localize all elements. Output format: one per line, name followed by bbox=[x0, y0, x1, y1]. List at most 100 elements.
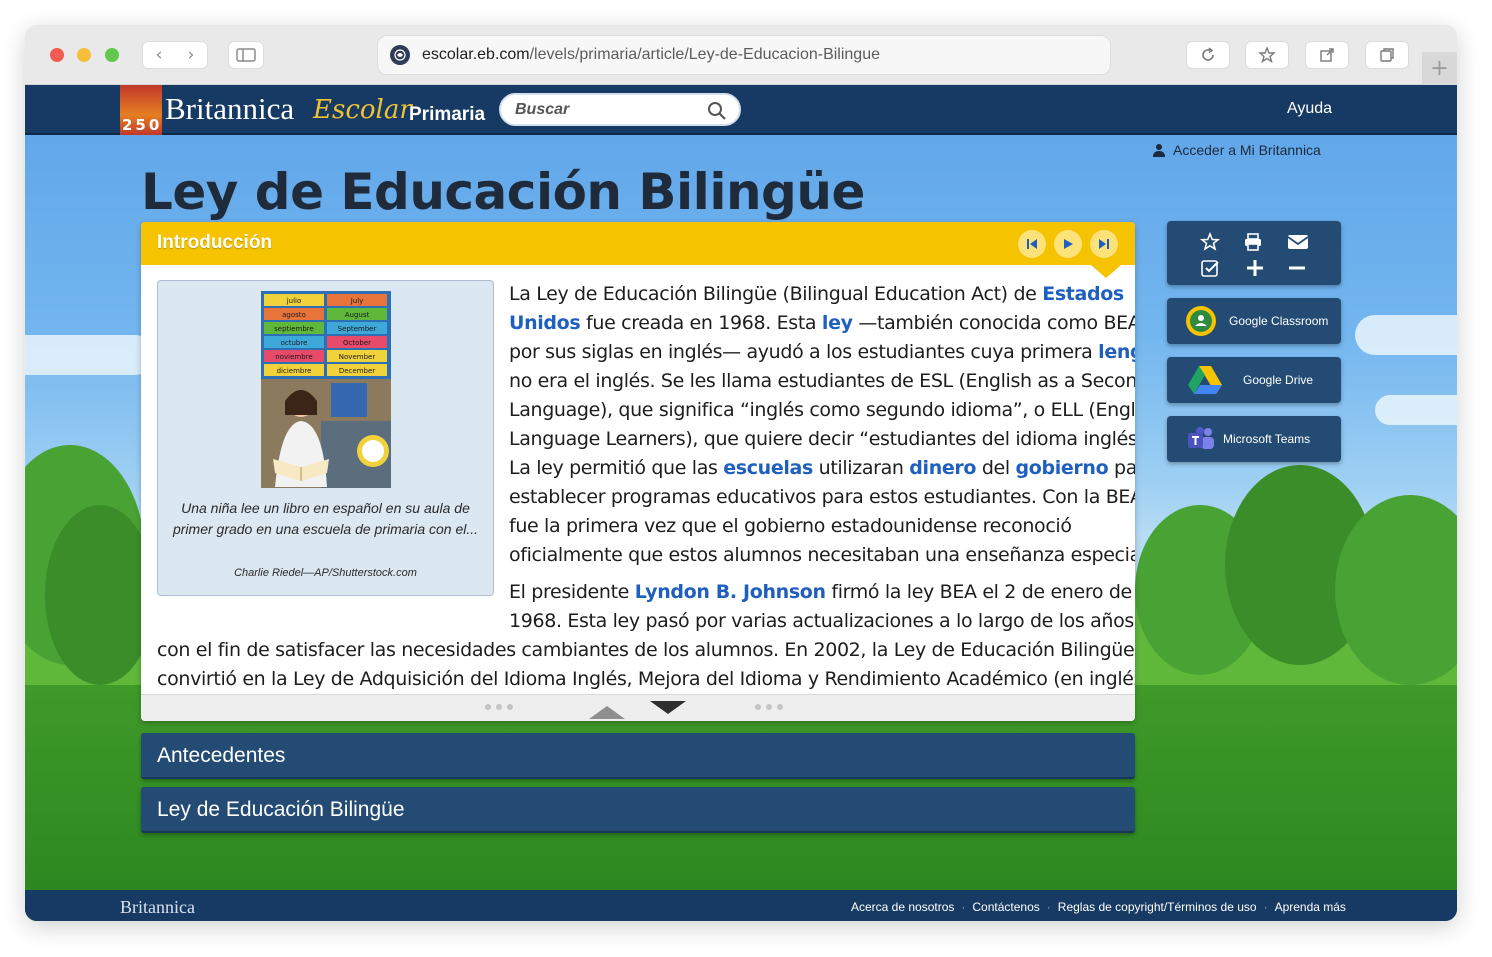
text-run: La ley permitió que las bbox=[509, 457, 724, 479]
text-run: —también conocida como BEA, bbox=[852, 312, 1135, 334]
help-link[interactable]: Ayuda bbox=[1287, 100, 1332, 118]
text-line: Language Learners), que quiere decir “es… bbox=[509, 428, 1135, 450]
footer-link-copyright[interactable]: Reglas de copyright/Términos de uso bbox=[1058, 900, 1257, 914]
cloud-decoration bbox=[1375, 395, 1457, 425]
microsoft-teams-button[interactable]: Microsoft Teams bbox=[1167, 416, 1341, 462]
text-line: por sus siglas en inglés— ayudó a los es… bbox=[509, 338, 1135, 367]
separator: · bbox=[1263, 900, 1268, 914]
bookmark-button[interactable] bbox=[1245, 41, 1289, 69]
text-line: no era el inglés. Se les llama estudiant… bbox=[509, 370, 1135, 392]
britannica-250-badge[interactable]: 250 bbox=[120, 85, 162, 135]
link-escuelas[interactable]: escuelas bbox=[723, 457, 813, 479]
address-bar[interactable]: escolar.eb.com/levels/primaria/article/L… bbox=[377, 35, 1111, 75]
close-window-button[interactable] bbox=[50, 48, 64, 62]
search-icon[interactable] bbox=[707, 101, 727, 121]
separator: · bbox=[961, 900, 966, 914]
section-header: Introducción bbox=[141, 222, 1135, 265]
figure-credit: Charlie Riedel—AP/Shutterstock.com bbox=[234, 567, 417, 579]
text-line: El presidente Lyndon B. Johnson firmó la… bbox=[509, 578, 1134, 607]
paragraph-1: La Ley de Educación Bilingüe (Bilingual … bbox=[509, 280, 1135, 570]
footer-link-about[interactable]: Acerca de nosotros bbox=[851, 900, 954, 914]
section-label: Ley de Educación Bilingüe bbox=[157, 798, 405, 821]
separator: · bbox=[1046, 900, 1051, 914]
footer-link-contact[interactable]: Contáctenos bbox=[972, 900, 1039, 914]
scroll-down-icon[interactable] bbox=[650, 701, 686, 715]
article-tools bbox=[1167, 221, 1341, 285]
google-drive-button[interactable]: Google Drive bbox=[1167, 357, 1341, 403]
link-ley[interactable]: ley bbox=[822, 312, 853, 334]
zoom-window-button[interactable] bbox=[105, 48, 119, 62]
calendar-month-label: October bbox=[343, 339, 371, 347]
text-run: firmó la ley BEA el 2 de enero de bbox=[825, 581, 1132, 603]
star-icon bbox=[1258, 46, 1276, 64]
tabs-overview-button[interactable] bbox=[1365, 41, 1409, 69]
tabs-icon bbox=[1380, 48, 1394, 62]
reload-button[interactable] bbox=[1186, 41, 1230, 69]
calendar-month-label: septiembre bbox=[274, 325, 314, 333]
text-run: utilizaran bbox=[812, 457, 910, 479]
url-host: escolar.eb.com bbox=[422, 46, 530, 63]
next-section-button[interactable] bbox=[1090, 230, 1118, 258]
calendar-month-label: diciembre bbox=[277, 367, 312, 375]
skip-back-icon bbox=[1027, 239, 1037, 249]
back-icon[interactable]: ‹ bbox=[143, 45, 175, 65]
login-link[interactable]: Acceder a Mi Britannica bbox=[1153, 142, 1321, 158]
figure-image[interactable]: julio July agosto August septiembre September… bbox=[261, 291, 391, 488]
save-favorite-button[interactable] bbox=[1197, 231, 1223, 253]
print-button[interactable] bbox=[1240, 231, 1266, 253]
site-favicon-icon bbox=[390, 45, 410, 65]
text-line: Unidos fue creada en 1968. Esta ley —tam… bbox=[509, 309, 1135, 338]
login-label: Acceder a Mi Britannica bbox=[1173, 142, 1321, 158]
text-line: La ley permitió que las escuelas utiliza… bbox=[509, 454, 1135, 483]
article-figure[interactable]: julio July agosto August septiembre September… bbox=[157, 280, 494, 596]
google-classroom-button[interactable]: Google Classroom bbox=[1167, 298, 1341, 344]
add-to-list-button[interactable] bbox=[1197, 257, 1223, 279]
calendar-month-label: noviembre bbox=[275, 353, 312, 361]
paragraph-2: El presidente Lyndon B. Johnson firmó la… bbox=[509, 578, 1134, 636]
scroll-up-icon[interactable] bbox=[589, 705, 625, 719]
article-title: Ley de Educación Bilingüe bbox=[141, 163, 865, 221]
link-lyndon-johnson[interactable]: Lyndon B. Johnson bbox=[635, 581, 826, 603]
cloud-decoration bbox=[1355, 315, 1457, 355]
plus-icon bbox=[1247, 260, 1263, 276]
sidebar-toggle-button[interactable] bbox=[228, 41, 264, 69]
skip-forward-icon bbox=[1099, 239, 1109, 249]
section-antecedentes[interactable]: Antecedentes bbox=[141, 733, 1135, 779]
share-label: Google Drive bbox=[1243, 373, 1314, 387]
calendar-month-label: December bbox=[339, 367, 375, 375]
calendar-month-label: August bbox=[345, 311, 370, 319]
footer-link-learn-more[interactable]: Aprenda más bbox=[1275, 900, 1346, 914]
figure-caption: Una niña lee un libro en español en su a… bbox=[172, 500, 479, 537]
browser-window: ‹ › escolar.eb.com/levels/primaria/artic… bbox=[25, 25, 1457, 921]
link-gobierno[interactable]: gobierno bbox=[1016, 457, 1109, 479]
link-unidos[interactable]: Unidos bbox=[509, 312, 581, 334]
new-tab-button[interactable]: + bbox=[1422, 52, 1457, 85]
minimize-window-button[interactable] bbox=[77, 48, 91, 62]
search-input[interactable] bbox=[515, 100, 695, 119]
url-text: escolar.eb.com/levels/primaria/article/L… bbox=[422, 46, 880, 64]
footer-logo[interactable]: Britannica bbox=[120, 897, 195, 918]
link-dinero[interactable]: dinero bbox=[909, 457, 976, 479]
forward-icon[interactable]: › bbox=[175, 45, 207, 65]
brand-level[interactable]: Primaria bbox=[409, 104, 485, 126]
play-audio-button[interactable] bbox=[1054, 230, 1082, 258]
section-ley-educacion-bilingue[interactable]: Ley de Educación Bilingüe bbox=[141, 787, 1135, 833]
site-footer: Britannica Acerca de nosotros · Contácte… bbox=[25, 890, 1457, 921]
previous-section-button[interactable] bbox=[1018, 230, 1046, 258]
text-line: convirtió en la Ley de Adquisición del I… bbox=[157, 668, 1135, 690]
increase-text-button[interactable] bbox=[1242, 257, 1268, 279]
link-estados-unidos[interactable]: Estados bbox=[1042, 283, 1124, 305]
email-button[interactable] bbox=[1285, 231, 1311, 253]
footer-links: Acerca de nosotros · Contáctenos · Regla… bbox=[851, 900, 1346, 914]
microsoft-teams-icon bbox=[1188, 427, 1214, 449]
play-icon bbox=[1064, 239, 1073, 249]
site-header: 250 Britannica Escolar Primaria Ayuda bbox=[25, 85, 1457, 135]
text-run: El presidente bbox=[509, 581, 635, 603]
share-page-button[interactable] bbox=[1305, 41, 1349, 69]
text-line: La Ley de Educación Bilingüe (Bilingual … bbox=[509, 280, 1135, 309]
decrease-text-button[interactable] bbox=[1284, 257, 1310, 279]
link-lengua[interactable]: lengua bbox=[1098, 341, 1135, 363]
brand-escolar[interactable]: Escolar bbox=[313, 95, 412, 125]
plus-icon: + bbox=[1430, 56, 1449, 81]
brand-logo[interactable]: Britannica bbox=[165, 91, 294, 127]
